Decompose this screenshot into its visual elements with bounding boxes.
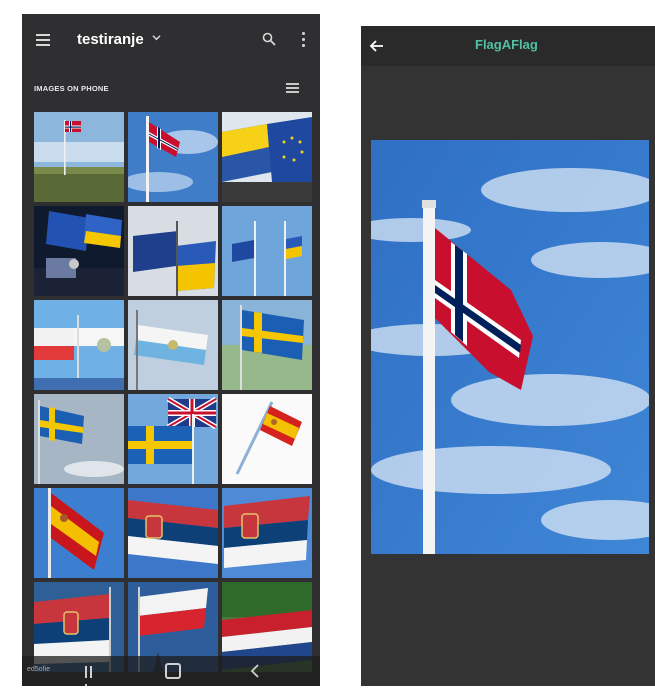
- nav-label: ed5ofie: [27, 666, 50, 673]
- chevron-down-icon[interactable]: [152, 33, 161, 42]
- thumbnail-serbia-2[interactable]: [222, 488, 312, 578]
- thumbnail-san-marino-2[interactable]: [128, 300, 218, 390]
- viewer-screen: FlagAFlag: [361, 26, 655, 686]
- thumbnail-eu-ukraine-1[interactable]: [222, 112, 312, 202]
- album-title[interactable]: testiranje: [77, 31, 144, 48]
- thumbnail-san-marino-1[interactable]: [34, 300, 124, 390]
- gallery-screen: testiranje IMAGES ON PHONE ed5ofie: [22, 14, 320, 686]
- back-nav-icon[interactable]: [250, 664, 260, 678]
- menu-icon[interactable]: [36, 34, 50, 46]
- search-icon[interactable]: [262, 32, 276, 46]
- back-arrow-icon[interactable]: [369, 38, 385, 54]
- thumbnail-sweden-2[interactable]: [34, 394, 124, 484]
- more-vert-icon[interactable]: [302, 32, 306, 48]
- home-icon[interactable]: [165, 663, 181, 679]
- thumbnail-norway-landscape[interactable]: [34, 112, 124, 202]
- thumbnail-norway-sky[interactable]: [128, 112, 218, 202]
- list-view-icon[interactable]: [286, 83, 299, 93]
- app-bar: testiranje: [22, 14, 320, 66]
- thumbnail-sweden-uk[interactable]: [128, 394, 218, 484]
- thumbnail-serbia-1[interactable]: [128, 488, 218, 578]
- system-nav-bar: ed5ofie: [22, 656, 320, 686]
- recents-icon[interactable]: [85, 665, 99, 686]
- thumbnail-eu-ukraine-night[interactable]: [34, 206, 124, 296]
- thumbnail-eu-ukraine-2[interactable]: [128, 206, 218, 296]
- thumbnail-eu-ukraine-poles[interactable]: [222, 206, 312, 296]
- full-image-norway-flag[interactable]: [371, 140, 649, 554]
- thumbnail-spain-2[interactable]: [34, 488, 124, 578]
- viewer-title: FlagAFlag: [475, 37, 538, 52]
- thumbnail-sweden-1[interactable]: [222, 300, 312, 390]
- thumbnail-spain-1[interactable]: [222, 394, 312, 484]
- viewer-app-bar: FlagAFlag: [361, 26, 655, 66]
- section-header: IMAGES ON PHONE: [34, 84, 109, 93]
